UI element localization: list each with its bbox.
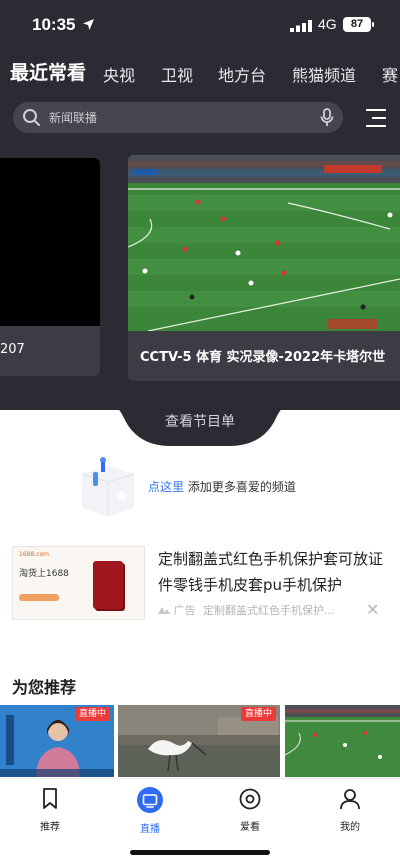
status-time: 10:35: [32, 15, 76, 34]
battery-tip: [372, 22, 374, 27]
tab-panda[interactable]: 熊猫频道: [292, 62, 356, 86]
view-schedule-link[interactable]: 查看节目单: [0, 411, 400, 431]
target-icon: [239, 788, 261, 810]
recommend-item[interactable]: [285, 705, 400, 777]
channel-video-thumbnail: [0, 158, 100, 326]
ad-thumb-site: 1688.com: [19, 551, 49, 558]
location-arrow-icon: [83, 19, 94, 30]
tab-satellite[interactable]: 卫视: [161, 62, 193, 86]
search-icon: [23, 109, 40, 126]
recommend-title: 为您推荐: [12, 678, 77, 697]
tab-live[interactable]: 直播: [120, 787, 180, 835]
ad-tag: 广告: [173, 604, 196, 617]
live-badge: 直播中: [240, 707, 276, 721]
person-icon: [340, 789, 360, 810]
tab-recent[interactable]: 最近常看: [10, 58, 86, 85]
channel-card-previous[interactable]: 207: [0, 158, 100, 376]
ad-thumb-button: [19, 594, 59, 601]
recommend-item[interactable]: 直播中: [0, 705, 114, 777]
ad-card[interactable]: 1688.com 淘货上1688 定制翻盖式红色手机保护套可放证件零钱手机皮套p…: [10, 544, 390, 622]
battery-icon: 87: [343, 17, 371, 32]
tab-live-label: 直播: [140, 824, 160, 835]
menu-icon[interactable]: [365, 108, 387, 128]
network-type: 4G: [318, 16, 337, 32]
ad-close-icon[interactable]: ✕: [366, 600, 379, 619]
recommend-thumbnail: [285, 705, 400, 777]
channel-card-cctv5[interactable]: CCTV-5 体育 实况录像-2022年卡塔尔世: [128, 155, 400, 381]
search-bar[interactable]: [13, 102, 343, 133]
tv-icon: [137, 787, 163, 813]
tab-recommend-label: 推荐: [40, 822, 60, 833]
tab-cctv[interactable]: 央视: [103, 62, 135, 86]
tab-favorite-label: 爱看: [240, 822, 260, 833]
ad-title[interactable]: 定制翻盖式红色手机保护套可放证件零钱手机皮套pu手机保护: [158, 546, 394, 598]
channel-tabs: 最近常看 央视 卫视 地方台 熊猫频道 赛: [0, 58, 400, 88]
empty-box-illustration: [81, 457, 135, 516]
channel-card-caption: CCTV-5 体育 实况录像-2022年卡塔尔世: [140, 350, 386, 365]
tab-sports[interactable]: 赛: [382, 62, 398, 86]
channel-card-caption: 207: [0, 342, 25, 357]
football-match-thumbnail: [128, 155, 400, 332]
bookmark-icon: [43, 788, 57, 809]
tab-mine[interactable]: 我的: [320, 787, 380, 833]
search-input[interactable]: [49, 102, 299, 133]
signal-icon: [290, 20, 312, 32]
tab-favorite[interactable]: 爱看: [220, 787, 280, 833]
live-badge: 直播中: [74, 707, 110, 721]
tab-recommend[interactable]: 推荐: [20, 787, 80, 833]
ad-thumb-text: 淘货上1688: [19, 569, 69, 579]
ad-meta: 广告 定制翻盖式红色手机保护...: [158, 602, 335, 618]
microphone-icon[interactable]: [320, 108, 334, 127]
add-channel-link[interactable]: 点这里: [148, 480, 184, 494]
ad-subtitle: 定制翻盖式红色手机保护...: [203, 604, 335, 617]
tab-local[interactable]: 地方台: [218, 62, 266, 86]
ad-logo-icon: [158, 607, 170, 614]
status-bar: 10:35 4G 87: [0, 0, 400, 48]
ad-thumbnail: 1688.com 淘货上1688: [12, 546, 145, 620]
empty-state-description: 添加更多喜爱的频道: [187, 480, 296, 494]
home-indicator: [130, 850, 270, 855]
recommend-item[interactable]: 直播中: [118, 705, 280, 777]
ad-product-image: [93, 561, 123, 609]
tab-mine-label: 我的: [340, 822, 360, 833]
empty-state-text: 点这里 添加更多喜爱的频道: [148, 478, 296, 495]
